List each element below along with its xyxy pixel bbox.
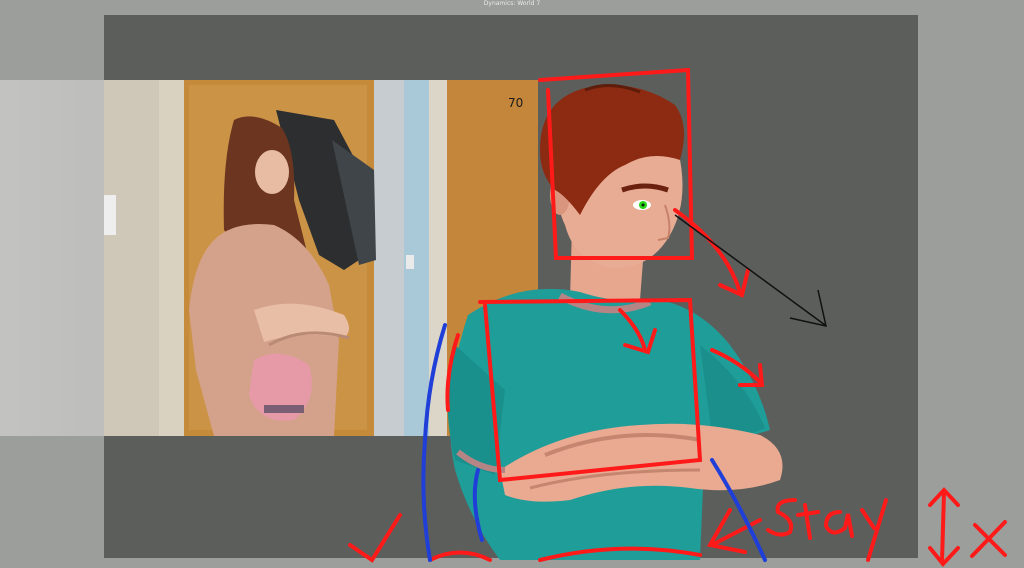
stay-text-y: [860, 498, 888, 562]
blue-spine-line: [421, 323, 447, 562]
chest-box-annotation: [478, 297, 703, 483]
shoulder-arrow: [710, 348, 762, 384]
annotation-layer[interactable]: [0, 0, 1024, 568]
gaze-direction-arrow: [674, 214, 827, 327]
back-curve-annotation: [445, 333, 460, 412]
double-arrow-annotation: [928, 487, 960, 568]
head-box-annotation: [538, 67, 695, 260]
stay-text-t: [796, 503, 820, 540]
x-annotation: [970, 520, 1007, 558]
stay-text-a: [823, 510, 854, 538]
stay-text-s: [766, 498, 797, 537]
check-mark-annotation: [348, 513, 402, 563]
